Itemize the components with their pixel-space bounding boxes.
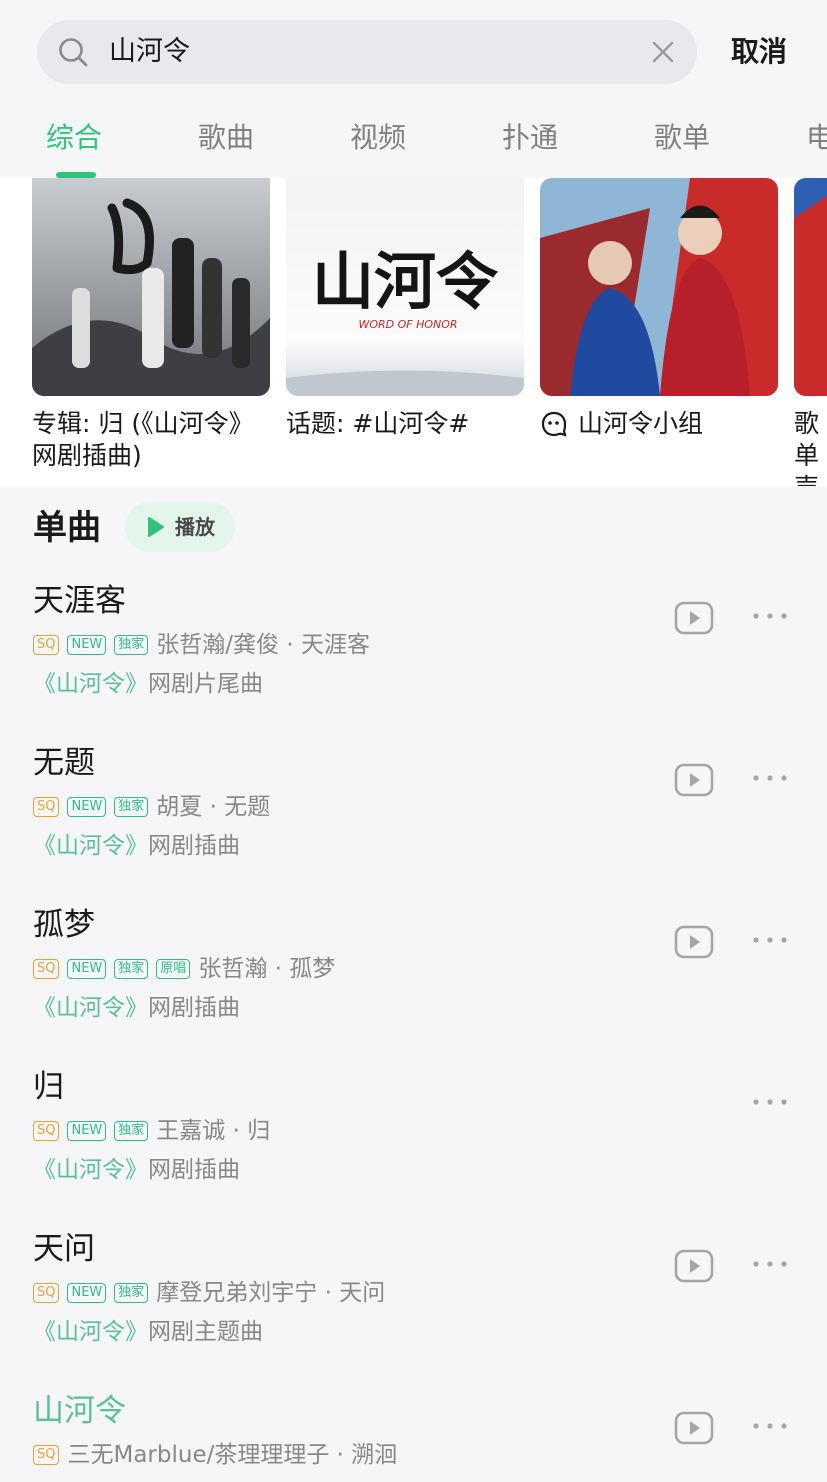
more-icon[interactable] bbox=[752, 772, 788, 784]
category-tabs: 综合 歌曲 视频 扑通 歌单 电 bbox=[0, 110, 827, 178]
playlist-card[interactable]: 歌单 声 bbox=[794, 178, 827, 486]
sq-badge: SQ bbox=[33, 1121, 60, 1141]
more-icon[interactable] bbox=[752, 1258, 788, 1270]
play-all-label: 播放 bbox=[175, 515, 215, 539]
album-card-label: 专辑: 归 (《山河令》网剧插曲) bbox=[32, 409, 254, 470]
song-row[interactable]: 无题 SQ NEW 独家 胡夏 · 无题 《山河令》网剧插曲 bbox=[0, 742, 827, 904]
song-artist: 张哲瀚 · 孤梦 bbox=[198, 956, 336, 982]
play-video-icon[interactable] bbox=[674, 600, 714, 636]
topic-card-label: 话题: #山河令# bbox=[286, 409, 470, 438]
more-icon[interactable] bbox=[752, 610, 788, 622]
song-description: 《山河令》网剧插曲 bbox=[33, 995, 240, 1021]
tab-radio[interactable]: 电 bbox=[806, 118, 827, 158]
song-title: 山河令 bbox=[33, 1393, 126, 1429]
song-meta: SQ NEW 独家 胡夏 · 无题 bbox=[33, 790, 270, 824]
more-icon[interactable] bbox=[752, 1420, 788, 1432]
tab-playlists[interactable]: 歌单 bbox=[654, 118, 710, 158]
topic-cover: 山河令 WORD OF HONOR bbox=[286, 178, 524, 396]
cancel-button[interactable]: 取消 bbox=[731, 32, 787, 72]
sq-badge: SQ bbox=[33, 959, 60, 979]
sq-badge: SQ bbox=[33, 797, 60, 817]
search-query[interactable]: 山河令 bbox=[109, 34, 190, 70]
song-title: 归 bbox=[33, 1069, 64, 1105]
album-cover bbox=[32, 178, 270, 396]
song-description: 《山河令》网剧主题曲 bbox=[33, 1319, 263, 1345]
group-chat-icon bbox=[541, 411, 567, 437]
song-meta: SQ NEW 独家 王嘉诚 · 归 bbox=[33, 1114, 270, 1148]
song-row[interactable]: 孤梦 SQ NEW 独家 原唱 张哲瀚 · 孤梦 《山河令》网剧插曲 bbox=[0, 904, 827, 1066]
song-artist: 胡夏 · 无题 bbox=[156, 794, 271, 820]
play-video-icon[interactable] bbox=[674, 1248, 714, 1284]
song-meta: SQ NEW 独家 原唱 张哲瀚 · 孤梦 bbox=[33, 952, 335, 986]
new-badge: NEW bbox=[67, 1283, 107, 1303]
search-icon bbox=[59, 38, 88, 67]
song-description: 《山河令》网剧片尾曲 bbox=[33, 671, 263, 697]
exclusive-badge: 独家 bbox=[114, 797, 149, 817]
topic-logo-text: 山河令 bbox=[312, 245, 499, 318]
new-badge: NEW bbox=[67, 1121, 107, 1141]
more-icon[interactable] bbox=[752, 934, 788, 946]
more-icon[interactable] bbox=[752, 1096, 788, 1108]
play-all-button[interactable]: 播放 bbox=[125, 502, 235, 552]
song-title: 孤梦 bbox=[33, 907, 95, 943]
topic-logo-subtext: WORD OF HONOR bbox=[358, 318, 457, 331]
song-row[interactable]: 归 SQ NEW 独家 王嘉诚 · 归 《山河令》网剧插曲 bbox=[0, 1066, 827, 1228]
song-artist: 王嘉诚 · 归 bbox=[156, 1118, 271, 1144]
song-meta: SQ NEW 独家 张哲瀚/龚俊 · 天涯客 bbox=[33, 628, 370, 662]
topic-card[interactable]: 山河令 WORD OF HONOR 话题: #山河令# bbox=[286, 178, 524, 440]
song-meta: SQ 三无Marblue/茶理理理子 · 溯洄 bbox=[33, 1438, 397, 1472]
song-description: 《山河令》网剧插曲 bbox=[33, 833, 240, 859]
tab-putong[interactable]: 扑通 bbox=[502, 118, 558, 158]
playlist-cover bbox=[794, 178, 827, 396]
play-video-icon[interactable] bbox=[674, 1410, 714, 1446]
new-badge: NEW bbox=[67, 959, 107, 979]
original-badge: 原唱 bbox=[156, 959, 191, 979]
song-title: 天涯客 bbox=[33, 583, 126, 619]
album-card[interactable]: 专辑: 归 (《山河令》网剧插曲) bbox=[32, 178, 270, 472]
song-title: 无题 bbox=[33, 745, 95, 781]
group-cover bbox=[540, 178, 778, 396]
sq-badge: SQ bbox=[33, 1283, 60, 1303]
play-icon bbox=[148, 517, 164, 537]
search-input[interactable]: 山河令 bbox=[37, 20, 697, 84]
tab-all[interactable]: 综合 bbox=[46, 118, 102, 158]
song-artist: 三无Marblue/茶理理理子 · 溯洄 bbox=[67, 1442, 398, 1468]
song-artist: 张哲瀚/龚俊 · 天涯客 bbox=[156, 632, 370, 658]
playlist-card-label: 歌单 声 bbox=[794, 409, 820, 486]
song-row[interactable]: 山河令 SQ 三无Marblue/茶理理理子 · 溯洄 bbox=[0, 1390, 827, 1482]
sq-badge: SQ bbox=[33, 635, 60, 655]
song-title: 天问 bbox=[33, 1231, 95, 1267]
song-description: 《山河令》网剧插曲 bbox=[33, 1157, 240, 1183]
play-video-icon[interactable] bbox=[674, 762, 714, 798]
result-cards: 专辑: 归 (《山河令》网剧插曲) 山河令 WORD OF HONOR 话题: … bbox=[0, 178, 827, 486]
song-row[interactable]: 天问 SQ NEW 独家 摩登兄弟刘宇宁 · 天问 《山河令》网剧主题曲 bbox=[0, 1228, 827, 1390]
new-badge: NEW bbox=[67, 635, 107, 655]
close-icon[interactable] bbox=[649, 38, 677, 66]
top-bar: 山河令 取消 综合 歌曲 视频 扑通 歌单 电 bbox=[0, 0, 827, 178]
exclusive-badge: 独家 bbox=[114, 1121, 149, 1141]
song-artist: 摩登兄弟刘宇宁 · 天问 bbox=[156, 1280, 386, 1306]
song-meta: SQ NEW 独家 摩登兄弟刘宇宁 · 天问 bbox=[33, 1276, 385, 1310]
group-card-label: 山河令小组 bbox=[540, 408, 778, 440]
sq-badge: SQ bbox=[33, 1445, 60, 1465]
tab-videos[interactable]: 视频 bbox=[350, 118, 406, 158]
group-card-text: 山河令小组 bbox=[578, 409, 704, 438]
section-title: 单曲 bbox=[33, 508, 101, 548]
song-row[interactable]: 天涯客 SQ NEW 独家 张哲瀚/龚俊 · 天涯客 《山河令》网剧片尾曲 bbox=[0, 580, 827, 742]
group-card[interactable]: 山河令小组 bbox=[540, 178, 778, 440]
exclusive-badge: 独家 bbox=[114, 1283, 149, 1303]
new-badge: NEW bbox=[67, 797, 107, 817]
play-video-icon[interactable] bbox=[674, 924, 714, 960]
exclusive-badge: 独家 bbox=[114, 635, 149, 655]
tab-songs[interactable]: 歌曲 bbox=[198, 118, 254, 158]
exclusive-badge: 独家 bbox=[114, 959, 149, 979]
